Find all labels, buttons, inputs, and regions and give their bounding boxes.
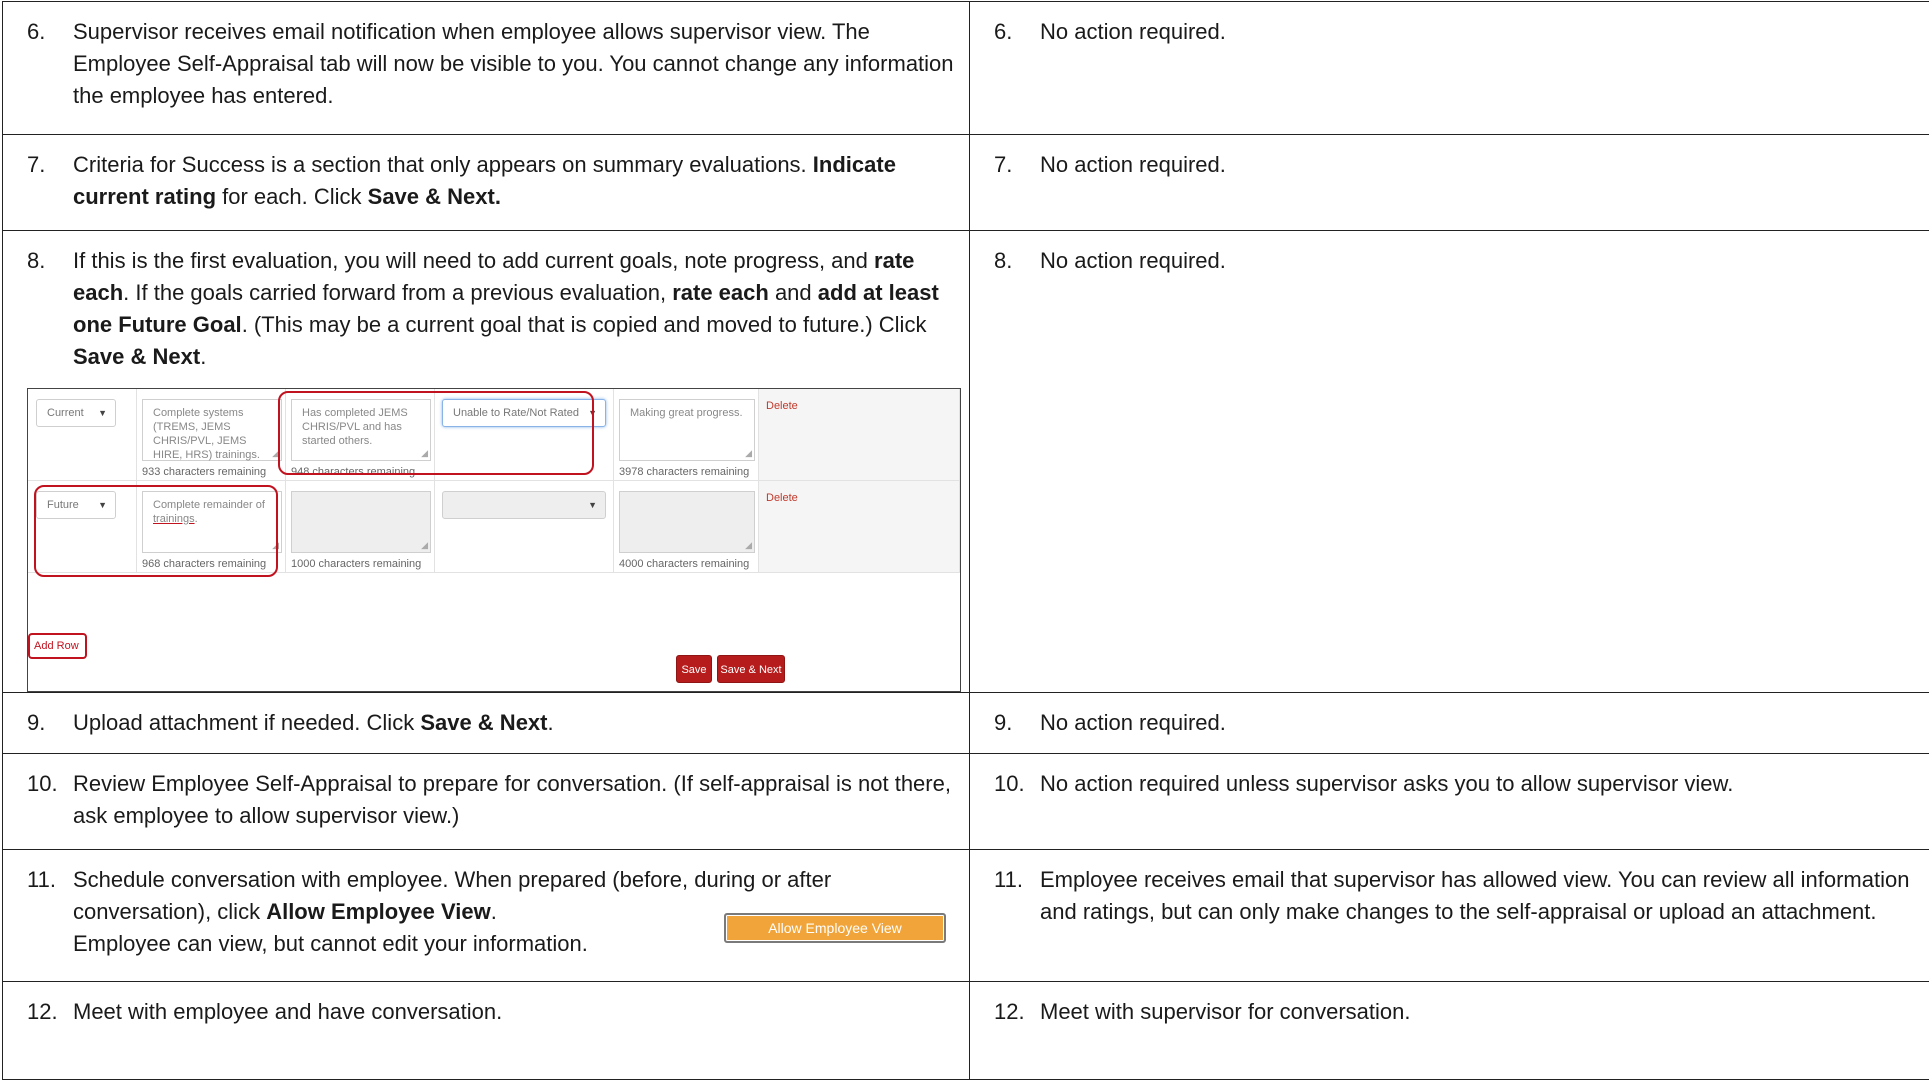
characters-remaining: 3978 characters remaining (619, 465, 749, 479)
goal-type-select[interactable]: Current▼ (36, 399, 116, 427)
comment-textarea[interactable]: ◢ (619, 491, 755, 553)
supervisor-step-11: 11. Schedule conversation with employee.… (3, 850, 970, 982)
characters-remaining: 4000 characters remaining (619, 557, 749, 571)
highlight-future-goal (34, 485, 278, 577)
table-row: 11. Schedule conversation with employee.… (3, 850, 1929, 982)
supervisor-step-10: 10.Review Employee Self-Appraisal to pre… (3, 754, 970, 850)
caret-down-icon: ▼ (98, 406, 107, 420)
delete-link[interactable]: Delete (766, 399, 798, 413)
characters-remaining: 933 characters remaining (142, 465, 266, 479)
employee-step-11: 11.Employee receives email that supervis… (970, 850, 1929, 982)
step-text: Meet with supervisor for conversation. (1040, 996, 1919, 1028)
table-row: 9. Upload attachment if needed. Click Sa… (3, 693, 1929, 754)
comment-textarea[interactable]: Making great progress.◢ (619, 399, 755, 461)
step-text: If this is the first evaluation, you wil… (73, 245, 959, 373)
goal-textarea[interactable]: Complete systems (TREMS, JEMS CHRIS/PVL,… (142, 399, 282, 461)
employee-step-7: 7.No action required. (970, 135, 1929, 231)
resize-grip-icon: ◢ (745, 446, 752, 460)
table-row: 8. If this is the first evaluation, you … (3, 231, 1929, 693)
employee-step-9: 9.No action required. (970, 693, 1929, 754)
add-row-link[interactable]: Add Row (28, 633, 87, 659)
caret-down-icon: ▼ (588, 498, 597, 512)
table-row: 10.Review Employee Self-Appraisal to pre… (3, 754, 1929, 850)
step-text: Employee receives email that supervisor … (1040, 864, 1919, 928)
allow-employee-view-button[interactable]: Allow Employee View (724, 913, 946, 943)
step-text: Meet with employee and have conversation… (73, 996, 959, 1028)
employee-step-8: 8.No action required. (970, 231, 1929, 693)
table-row: 12.Meet with employee and have conversat… (3, 982, 1929, 1080)
employee-step-6: 6.No action required. (970, 2, 1929, 135)
step-text: No action required. (1040, 16, 1919, 48)
resize-grip-icon: ◢ (745, 538, 752, 552)
step-text: Review Employee Self-Appraisal to prepar… (73, 768, 959, 832)
step-text: No action required. (1040, 245, 1919, 277)
goals-form-screenshot: Current▼ Complete systems (TREMS, JEMS C… (27, 388, 961, 692)
employee-step-12: 12.Meet with supervisor for conversation… (970, 982, 1929, 1080)
step-text: Criteria for Success is a section that o… (73, 149, 959, 213)
supervisor-step-8: 8. If this is the first evaluation, you … (3, 231, 970, 693)
save-next-button[interactable]: Save & Next (717, 655, 785, 683)
save-button[interactable]: Save (676, 655, 712, 683)
rating-select[interactable]: ▼ (442, 491, 606, 519)
step-text: Schedule conversation with employee. Whe… (73, 864, 959, 960)
resize-grip-icon: ◢ (421, 538, 428, 552)
step-text: No action required unless supervisor ask… (1040, 768, 1919, 800)
table-row: 7. Criteria for Success is a section tha… (3, 135, 1929, 231)
progress-textarea[interactable]: ◢ (291, 491, 431, 553)
table-row: 6.Supervisor receives email notification… (3, 2, 1929, 135)
instructions-table: 6.Supervisor receives email notification… (2, 1, 1929, 1080)
supervisor-step-12: 12.Meet with employee and have conversat… (3, 982, 970, 1080)
step-text: Supervisor receives email notification w… (73, 16, 959, 112)
step-text: Upload attachment if needed. Click Save … (73, 707, 959, 739)
step-text: No action required. (1040, 149, 1919, 181)
highlight-progress-rating (278, 391, 594, 475)
characters-remaining: 1000 characters remaining (291, 557, 421, 571)
supervisor-step-9: 9. Upload attachment if needed. Click Sa… (3, 693, 970, 754)
delete-link[interactable]: Delete (766, 491, 798, 505)
step-text: No action required. (1040, 707, 1919, 739)
supervisor-step-7: 7. Criteria for Success is a section tha… (3, 135, 970, 231)
supervisor-step-6: 6.Supervisor receives email notification… (3, 2, 970, 135)
employee-step-10: 10.No action required unless supervisor … (970, 754, 1929, 850)
